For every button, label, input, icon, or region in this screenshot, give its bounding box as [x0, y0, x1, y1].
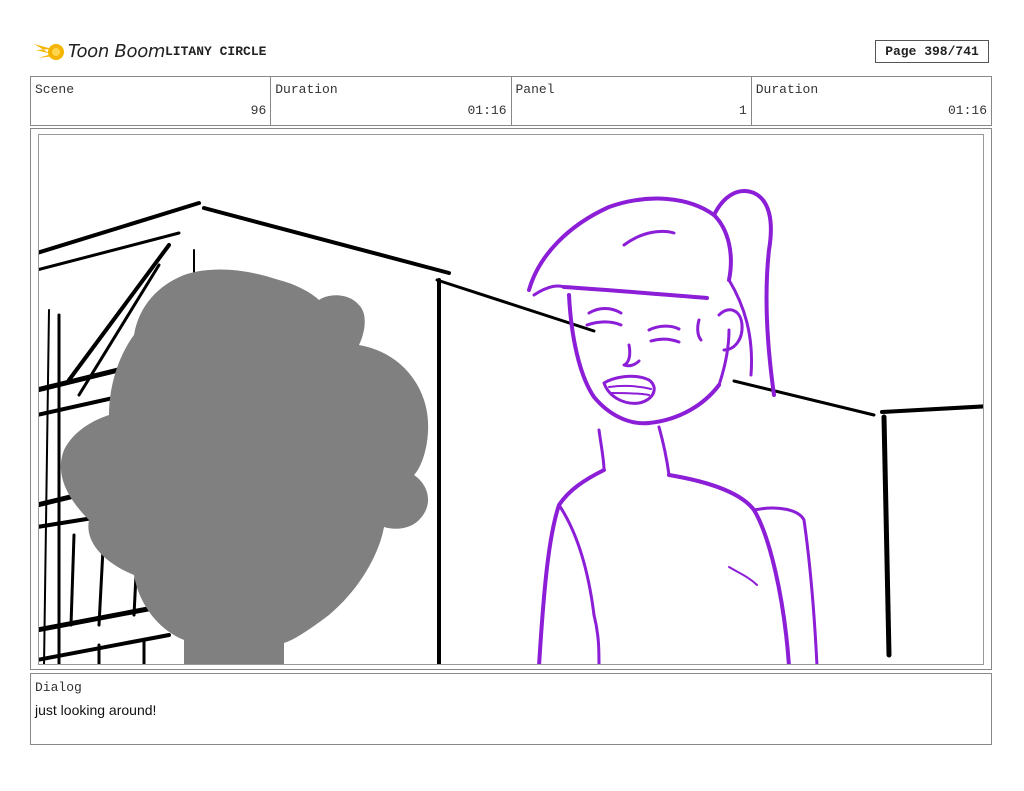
panel-image: [38, 134, 984, 665]
toon-boom-logo: Toon Boom: [32, 36, 165, 68]
main-character: [527, 189, 819, 664]
scene-duration-cell: Duration 01:16: [271, 77, 512, 125]
panel-duration-cell: Duration 01:16: [752, 77, 991, 125]
info-row: Scene 96 Duration 01:16 Panel 1 Duration…: [30, 76, 992, 126]
storyboard-sketch: [39, 189, 983, 664]
page-indicator: Page 398/741: [875, 40, 989, 63]
dialog-label: Dialog: [35, 680, 82, 695]
panel-frame: [30, 128, 992, 670]
scene-duration-label: Duration: [275, 82, 338, 97]
foreground-silhouette: [60, 269, 429, 664]
panel-cell: Panel 1: [512, 77, 752, 125]
dialog-box: Dialog just looking around!: [30, 673, 992, 745]
panel-duration-value: 01:16: [947, 103, 987, 118]
scene-cell: Scene 96: [31, 77, 272, 125]
logo-text: Toon Boom: [68, 41, 166, 62]
panel-value: 1: [738, 103, 747, 118]
scene-value: 96: [250, 103, 267, 118]
scene-duration-value: 01:16: [467, 103, 507, 118]
dialog-text: just looking around!: [35, 702, 157, 718]
comet-icon: [34, 44, 64, 60]
panel-label: Panel: [515, 82, 555, 97]
panel-duration-label: Duration: [755, 82, 819, 97]
scene-label: Scene: [35, 82, 75, 97]
project-title: LITANY CIRCLE: [165, 44, 267, 59]
